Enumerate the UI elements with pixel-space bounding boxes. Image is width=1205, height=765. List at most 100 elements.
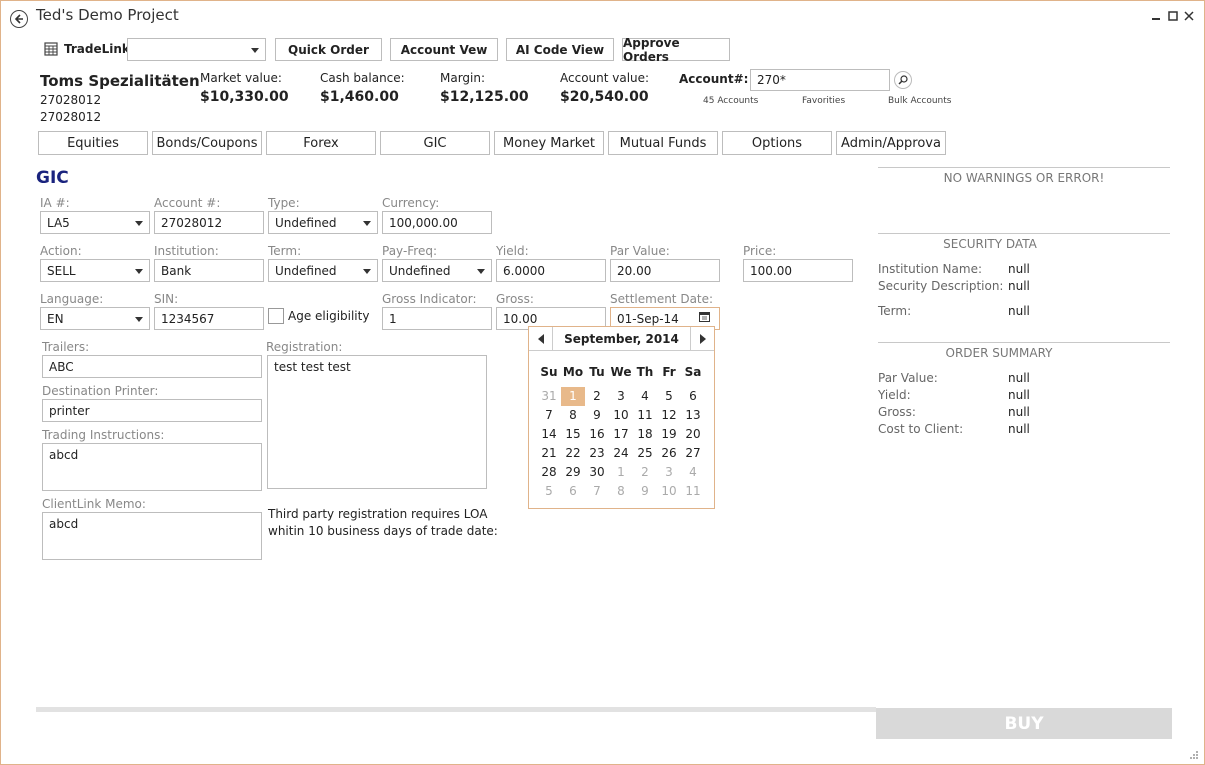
- calendar-day[interactable]: 20: [681, 425, 705, 444]
- institution-label: Institution:: [154, 244, 219, 258]
- memo-field[interactable]: abcd: [42, 512, 262, 560]
- tradelink-select[interactable]: [127, 38, 266, 61]
- calendar-day[interactable]: 11: [681, 482, 705, 501]
- calendar-day[interactable]: 13: [681, 406, 705, 425]
- calendar-day[interactable]: 14: [537, 425, 561, 444]
- calendar-day[interactable]: 5: [537, 482, 561, 501]
- resize-grip-icon[interactable]: [1189, 749, 1199, 763]
- calendar-icon[interactable]: [699, 311, 710, 325]
- calendar-day[interactable]: 1: [609, 463, 633, 482]
- type-select[interactable]: Undefined: [268, 211, 378, 234]
- registration-field[interactable]: test test test: [267, 355, 487, 489]
- tab-gic[interactable]: GIC: [380, 131, 490, 155]
- calendar-day[interactable]: 23: [585, 444, 609, 463]
- calendar-day[interactable]: 2: [633, 463, 657, 482]
- calendar-day[interactable]: 16: [585, 425, 609, 444]
- chevron-down-icon: [135, 268, 143, 274]
- calendar-day[interactable]: 27: [681, 444, 705, 463]
- calendar-day[interactable]: 21: [537, 444, 561, 463]
- calendar-day[interactable]: 4: [633, 387, 657, 406]
- approve-orders-button[interactable]: Approve Orders: [622, 36, 730, 64]
- buy-button[interactable]: BUY: [876, 708, 1172, 739]
- footer-divider: [36, 707, 876, 712]
- yield-field[interactable]: 6.0000: [496, 259, 606, 282]
- calendar-day[interactable]: 8: [561, 406, 585, 425]
- close-icon[interactable]: [1182, 9, 1196, 23]
- calendar-day[interactable]: 29: [561, 463, 585, 482]
- language-select[interactable]: EN: [40, 307, 150, 330]
- account-field[interactable]: 27028012: [154, 211, 264, 234]
- bulk-accounts-link[interactable]: Bulk Accounts: [888, 96, 951, 106]
- calendar-day[interactable]: 30: [585, 463, 609, 482]
- calendar-day[interactable]: 9: [633, 482, 657, 501]
- calendar-month-label[interactable]: September, 2014: [564, 332, 679, 346]
- calendar-day[interactable]: 22: [561, 444, 585, 463]
- age-eligibility-checkbox[interactable]: [268, 308, 284, 324]
- tab-options[interactable]: Options: [722, 131, 832, 155]
- currency-field[interactable]: 100,000.00: [382, 211, 492, 234]
- calendar-day[interactable]: 4: [681, 463, 705, 482]
- printer-field[interactable]: printer: [42, 399, 262, 422]
- calendar-day[interactable]: 10: [609, 406, 633, 425]
- calendar-week-row: 31 1 2 3 4 5 6: [537, 387, 709, 406]
- calendar-day[interactable]: 9: [585, 406, 609, 425]
- tab-admin-approval[interactable]: Admin/Approva: [836, 131, 946, 155]
- calendar-day[interactable]: 3: [609, 387, 633, 406]
- calendar-day[interactable]: 17: [609, 425, 633, 444]
- quick-order-button[interactable]: Quick Order: [275, 38, 382, 61]
- minimize-icon[interactable]: [1149, 9, 1163, 23]
- divider: [878, 342, 1170, 343]
- calendar-day[interactable]: 18: [633, 425, 657, 444]
- calendar-day[interactable]: 8: [609, 482, 633, 501]
- tab-equities[interactable]: Equities: [38, 131, 148, 155]
- account-number-input[interactable]: 270*: [750, 69, 890, 91]
- price-field[interactable]: 100.00: [743, 259, 853, 282]
- calendar-day[interactable]: 1: [561, 387, 585, 406]
- calendar-day[interactable]: 12: [657, 406, 681, 425]
- tab-mutual-funds[interactable]: Mutual Funds: [608, 131, 718, 155]
- market-value-label: Market value:: [200, 71, 282, 85]
- payfreq-select[interactable]: Undefined: [382, 259, 492, 282]
- calendar-day[interactable]: 11: [633, 406, 657, 425]
- ai-code-view-button[interactable]: AI Code View: [506, 38, 614, 61]
- calendar-day[interactable]: 7: [537, 406, 561, 425]
- summary-par-label: Par Value:: [878, 371, 938, 385]
- registration-label: Registration:: [266, 340, 343, 354]
- calendar-day[interactable]: 5: [657, 387, 681, 406]
- calendar-day[interactable]: 15: [561, 425, 585, 444]
- gross-indicator-field[interactable]: 1: [382, 307, 492, 330]
- calendar-day[interactable]: 31: [537, 387, 561, 406]
- calendar-day[interactable]: 28: [537, 463, 561, 482]
- trading-instructions-field[interactable]: abcd: [42, 443, 262, 491]
- calendar-day[interactable]: 26: [657, 444, 681, 463]
- calendar-day[interactable]: 24: [609, 444, 633, 463]
- trailers-field[interactable]: ABC: [42, 355, 262, 378]
- prev-month-icon[interactable]: [529, 327, 553, 351]
- favorites-link[interactable]: Favorities: [802, 96, 845, 106]
- tab-bonds-coupons[interactable]: Bonds/Coupons: [152, 131, 262, 155]
- next-month-icon[interactable]: [690, 327, 714, 351]
- tab-forex[interactable]: Forex: [266, 131, 376, 155]
- action-select[interactable]: SELL: [40, 259, 150, 282]
- calendar-day[interactable]: 19: [657, 425, 681, 444]
- calendar-day[interactable]: 3: [657, 463, 681, 482]
- back-arrow-icon[interactable]: [10, 10, 28, 28]
- term-select[interactable]: Undefined: [268, 259, 378, 282]
- maximize-icon[interactable]: [1166, 9, 1180, 23]
- calendar-day[interactable]: 6: [681, 387, 705, 406]
- par-value-field[interactable]: 20.00: [610, 259, 720, 282]
- institution-field[interactable]: Bank: [154, 259, 264, 282]
- calendar-day[interactable]: 2: [585, 387, 609, 406]
- security-description-label: Security Description:: [878, 279, 1004, 293]
- tab-money-market[interactable]: Money Market: [494, 131, 604, 155]
- sin-field[interactable]: 1234567: [154, 307, 264, 330]
- calendar-day[interactable]: 10: [657, 482, 681, 501]
- ia-select[interactable]: LA5: [40, 211, 150, 234]
- account-view-button[interactable]: Account Vew: [390, 38, 498, 61]
- search-icon[interactable]: [894, 71, 912, 89]
- calendar-day[interactable]: 6: [561, 482, 585, 501]
- calendar-day[interactable]: 25: [633, 444, 657, 463]
- calendar-week-row: 28 29 30 1 2 3 4: [537, 463, 709, 482]
- calendar-day[interactable]: 7: [585, 482, 609, 501]
- accounts-link[interactable]: 45 Accounts: [703, 96, 758, 106]
